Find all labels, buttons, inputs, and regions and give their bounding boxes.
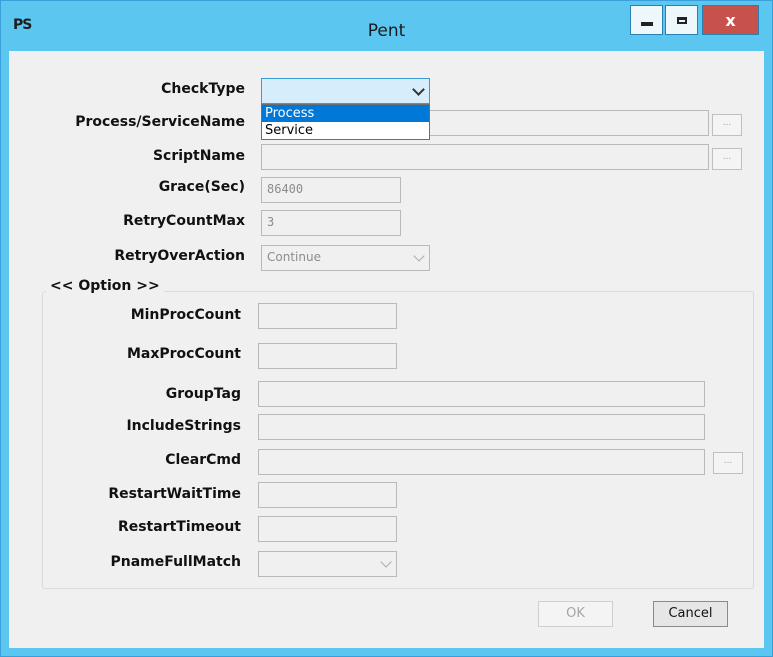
close-icon: x bbox=[725, 10, 736, 30]
retry-over-action-value: Continue bbox=[267, 250, 321, 264]
clear-cmd-label: ClearCmd bbox=[165, 452, 241, 468]
chevron-down-icon bbox=[380, 556, 392, 568]
dialog-window: PS Pent x CheckType Process Service Proc… bbox=[0, 0, 773, 657]
option-group bbox=[42, 291, 754, 589]
include-strings-field[interactable] bbox=[258, 414, 705, 440]
option-group-title: << Option >> bbox=[46, 278, 164, 294]
cancel-button[interactable]: Cancel bbox=[653, 601, 728, 627]
script-name-label: ScriptName bbox=[152, 148, 245, 164]
retry-over-action-select[interactable]: Continue bbox=[261, 245, 430, 271]
dialog-body: CheckType Process Service Process/Servic… bbox=[9, 51, 764, 648]
pname-full-match-select[interactable] bbox=[258, 551, 397, 577]
check-type-select[interactable] bbox=[261, 78, 430, 104]
restart-timeout-field[interactable] bbox=[258, 516, 397, 542]
max-proc-count-label: MaxProcCount bbox=[126, 346, 241, 362]
max-proc-count-field[interactable] bbox=[258, 343, 397, 369]
dropdown-option-service[interactable]: Service bbox=[262, 122, 429, 139]
restart-timeout-label: RestartTimeout bbox=[117, 519, 241, 535]
chevron-down-icon bbox=[413, 250, 425, 262]
close-button[interactable]: x bbox=[702, 5, 759, 35]
ok-button[interactable]: OK bbox=[538, 601, 613, 627]
check-type-label: CheckType bbox=[161, 81, 245, 97]
script-name-browse-button[interactable]: ... bbox=[712, 148, 742, 170]
minimize-icon bbox=[640, 22, 653, 26]
process-service-name-label: Process/ServiceName bbox=[75, 114, 245, 130]
min-proc-count-field[interactable] bbox=[258, 303, 397, 329]
clear-cmd-browse-button[interactable]: ... bbox=[713, 452, 743, 474]
process-service-name-browse-button[interactable]: ... bbox=[712, 114, 742, 136]
chevron-down-icon bbox=[412, 83, 425, 96]
group-tag-label: GroupTag bbox=[165, 386, 241, 402]
grace-field[interactable]: 86400 bbox=[261, 177, 401, 203]
title-bar[interactable]: PS Pent x bbox=[1, 1, 772, 51]
retry-over-action-label: RetryOverAction bbox=[114, 248, 245, 264]
include-strings-label: IncludeStrings bbox=[126, 418, 241, 434]
pname-full-match-label: PnameFullMatch bbox=[110, 554, 241, 570]
retry-count-max-field[interactable]: 3 bbox=[261, 210, 401, 236]
maximize-button[interactable] bbox=[665, 5, 698, 35]
maximize-icon bbox=[676, 16, 687, 24]
min-proc-count-label: MinProcCount bbox=[130, 307, 241, 323]
restart-wait-time-field[interactable] bbox=[258, 482, 397, 508]
restart-wait-time-label: RestartWaitTime bbox=[108, 486, 241, 502]
check-type-dropdown: Process Service bbox=[261, 104, 430, 140]
dropdown-option-process[interactable]: Process bbox=[262, 105, 429, 122]
group-tag-field[interactable] bbox=[258, 381, 705, 407]
retry-count-max-label: RetryCountMax bbox=[123, 213, 245, 229]
clear-cmd-field[interactable] bbox=[258, 449, 705, 475]
grace-label: Grace(Sec) bbox=[158, 179, 245, 195]
minimize-button[interactable] bbox=[630, 5, 663, 35]
script-name-field[interactable] bbox=[261, 144, 709, 170]
